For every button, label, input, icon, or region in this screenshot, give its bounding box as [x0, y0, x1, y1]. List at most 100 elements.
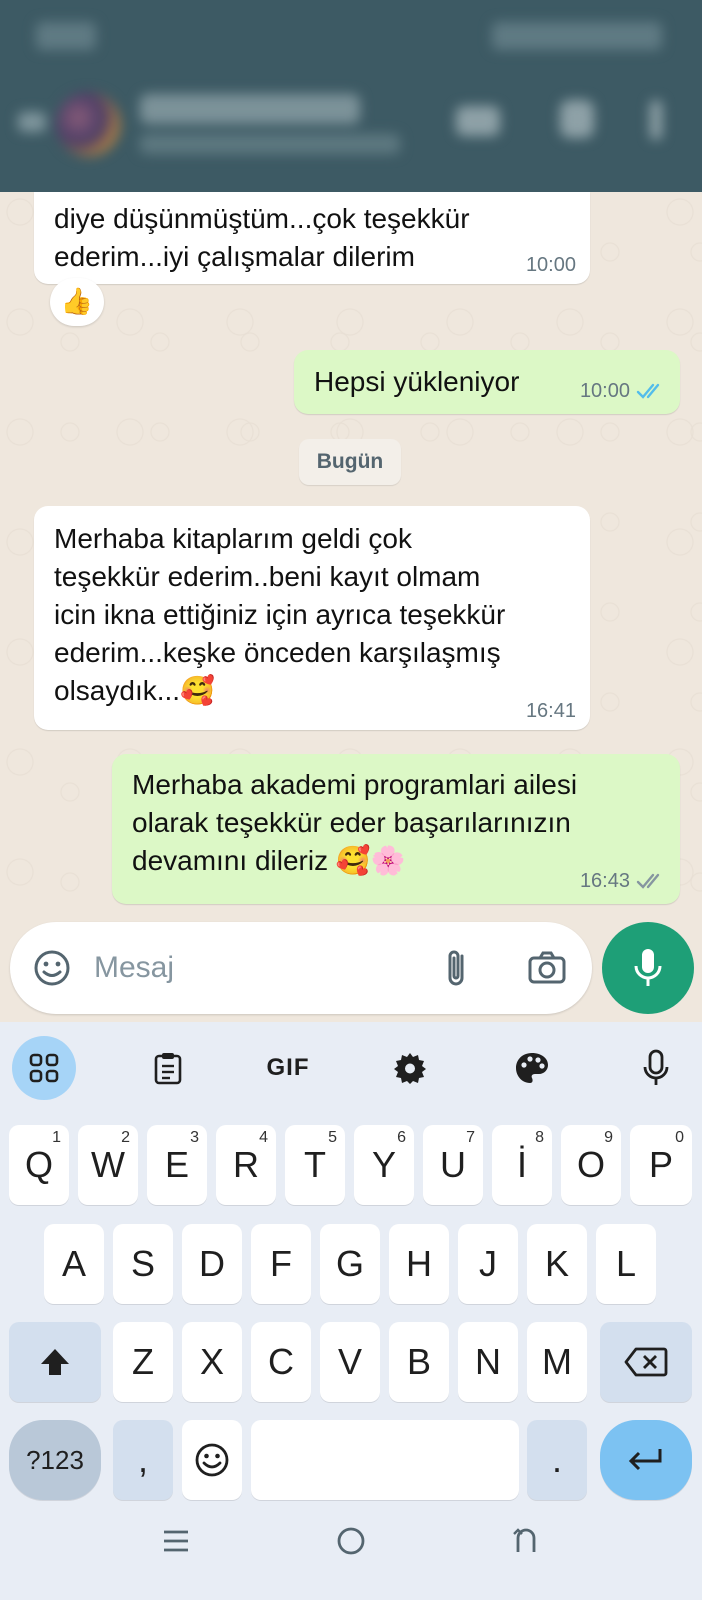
clipboard-icon	[154, 1053, 182, 1085]
message-composer	[10, 922, 592, 1014]
chat-header	[0, 0, 702, 192]
message-bubble-outgoing[interactable]: Merhaba akademi programlari ailesi olara…	[112, 754, 680, 904]
key-w[interactable]: W2	[78, 1125, 138, 1205]
back-arrow-icon[interactable]	[18, 112, 46, 132]
home-icon[interactable]	[336, 1526, 366, 1556]
key-e[interactable]: E3	[147, 1125, 207, 1205]
message-text: Merhaba kitaplarım geldi çok teşekkür ed…	[54, 523, 506, 706]
message-time-label: 10:00	[525, 254, 576, 276]
key-u[interactable]: U7	[423, 1125, 483, 1205]
key-f[interactable]: F	[251, 1224, 311, 1304]
message-time-label: 16:43	[579, 870, 630, 892]
key-h[interactable]: H	[389, 1224, 449, 1304]
key-k[interactable]: K	[527, 1224, 587, 1304]
message-text: diye düşünmüştüm...çok teşekkür ederim..…	[54, 203, 470, 272]
emoji-icon[interactable]	[32, 948, 72, 988]
apps-grid-button[interactable]	[12, 1036, 76, 1100]
symbols-key[interactable]: ?123	[9, 1420, 101, 1500]
voice-call-icon[interactable]	[560, 100, 594, 138]
key-hint: 8	[535, 1129, 544, 1146]
key-hint: 0	[675, 1129, 684, 1146]
emoji-icon	[195, 1443, 229, 1477]
voice-input-button[interactable]	[624, 1036, 688, 1100]
contact-name[interactable]	[140, 94, 360, 124]
key-g[interactable]: G	[320, 1224, 380, 1304]
soft-keyboard: GIF Q1 W2 E3 R4 T5 Y6 U7 İ8 O9 P0 A S D …	[0, 1022, 702, 1600]
read-receipt-icon	[636, 383, 660, 399]
backspace-key[interactable]	[600, 1322, 692, 1402]
emoji-key[interactable]	[182, 1420, 242, 1500]
delivered-receipt-icon	[636, 873, 660, 889]
message-time-label: 16:41	[525, 700, 576, 722]
shift-key[interactable]	[9, 1322, 101, 1402]
contact-last-seen	[140, 134, 400, 154]
settings-icon	[394, 1053, 426, 1084]
key-hint: 3	[190, 1129, 199, 1146]
key-hint: 7	[466, 1129, 475, 1146]
key-l[interactable]: L	[596, 1224, 656, 1304]
key-p[interactable]: P0	[630, 1125, 692, 1205]
message-time: 16:41	[526, 700, 576, 722]
key-a[interactable]: A	[44, 1224, 104, 1304]
thumbs-up-icon: 👍	[60, 287, 94, 317]
enter-icon	[628, 1449, 662, 1471]
message-text: Merhaba akademi programlari ailesi olara…	[132, 769, 578, 876]
key-hint: 4	[259, 1129, 268, 1146]
key-q[interactable]: Q1	[9, 1125, 69, 1205]
key-j[interactable]: J	[458, 1224, 518, 1304]
message-text: Hepsi yükleniyor	[314, 366, 520, 397]
message-bubble-incoming[interactable]: diye düşünmüştüm...çok teşekkür ederim..…	[34, 192, 590, 284]
key-b[interactable]: B	[389, 1322, 449, 1402]
message-bubble-outgoing[interactable]: Hepsi yükleniyor 10:00	[294, 350, 680, 414]
apps-grid-icon	[29, 1053, 59, 1083]
status-bar-time	[36, 22, 96, 50]
key-hint: 5	[328, 1129, 337, 1146]
key-i-dotted[interactable]: İ8	[492, 1125, 552, 1205]
message-time: 16:43	[580, 870, 666, 892]
clipboard-button[interactable]	[136, 1036, 200, 1100]
video-call-icon[interactable]	[456, 106, 500, 136]
microphone-icon	[634, 949, 662, 986]
attachment-icon[interactable]	[440, 946, 474, 990]
message-input[interactable]	[94, 946, 414, 990]
enter-key[interactable]	[600, 1420, 692, 1500]
key-m[interactable]: M	[527, 1322, 587, 1402]
message-reaction[interactable]: 👍	[50, 278, 104, 326]
key-v[interactable]: V	[320, 1322, 380, 1402]
camera-icon[interactable]	[526, 948, 568, 988]
key-x[interactable]: X	[182, 1322, 242, 1402]
gif-button[interactable]: GIF	[256, 1036, 320, 1100]
backspace-icon	[624, 1347, 668, 1377]
message-time: 10:00	[580, 380, 666, 402]
settings-button[interactable]	[378, 1036, 442, 1100]
gif-icon: GIF	[266, 1054, 310, 1081]
shift-icon	[41, 1349, 69, 1375]
key-t[interactable]: T5	[285, 1125, 345, 1205]
key-hint: 9	[604, 1129, 613, 1146]
key-s[interactable]: S	[113, 1224, 173, 1304]
date-separator: Bugün	[299, 439, 401, 485]
message-time: 10:00	[526, 254, 576, 276]
palette-icon	[516, 1053, 548, 1083]
key-n[interactable]: N	[458, 1322, 518, 1402]
period-key[interactable]: .	[527, 1420, 587, 1500]
key-y[interactable]: Y6	[354, 1125, 414, 1205]
space-key[interactable]	[251, 1420, 519, 1500]
key-c[interactable]: C	[251, 1322, 311, 1402]
key-hint: 1	[52, 1129, 61, 1146]
comma-key[interactable]: ,	[113, 1420, 173, 1500]
key-d[interactable]: D	[182, 1224, 242, 1304]
key-r[interactable]: R4	[216, 1125, 276, 1205]
key-o[interactable]: O9	[561, 1125, 621, 1205]
theme-button[interactable]	[500, 1036, 564, 1100]
status-bar-icons	[492, 22, 662, 50]
contact-avatar[interactable]	[56, 92, 120, 156]
key-z[interactable]: Z	[113, 1322, 173, 1402]
back-icon[interactable]	[512, 1526, 540, 1556]
voice-input-icon	[643, 1049, 669, 1085]
voice-message-button[interactable]	[602, 922, 694, 1014]
recent-apps-icon[interactable]	[162, 1528, 190, 1554]
key-hint: 6	[397, 1129, 406, 1146]
message-bubble-incoming[interactable]: Merhaba kitaplarım geldi çok teşekkür ed…	[34, 506, 590, 730]
more-options-icon[interactable]	[650, 100, 662, 140]
